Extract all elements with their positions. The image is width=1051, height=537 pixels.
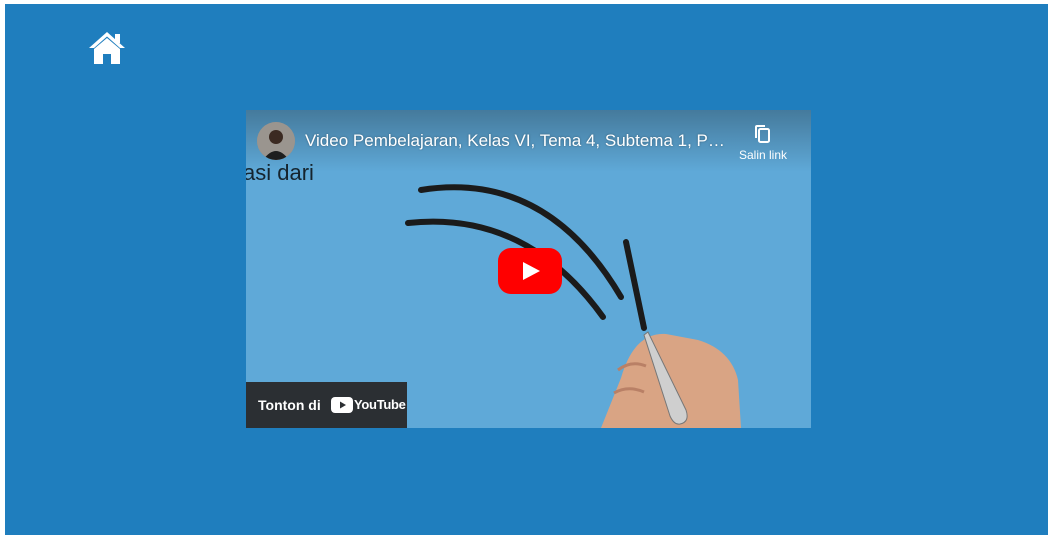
youtube-icon	[331, 397, 353, 413]
home-icon	[89, 32, 125, 64]
copy-link-label: Salin link	[738, 148, 788, 162]
watch-on-youtube-button[interactable]: Tonton di YouTube	[246, 382, 407, 428]
watch-on-label: Tonton di	[258, 397, 321, 413]
youtube-logo: YouTube	[331, 396, 406, 414]
video-overlay-text: asi dari	[246, 160, 314, 185]
play-icon	[498, 248, 562, 294]
copy-icon	[755, 125, 770, 143]
home-button[interactable]	[87, 29, 127, 67]
page-background: Video Pembelajaran, Kelas VI, Tema 4, Su…	[5, 4, 1048, 535]
youtube-embed-player[interactable]: Video Pembelajaran, Kelas VI, Tema 4, Su…	[246, 110, 811, 428]
video-title[interactable]: Video Pembelajaran, Kelas VI, Tema 4, Su…	[305, 131, 725, 151]
copy-link-button[interactable]: Salin link	[732, 120, 794, 170]
channel-avatar[interactable]	[257, 122, 295, 160]
avatar-image	[257, 122, 295, 160]
play-button[interactable]	[498, 248, 562, 294]
youtube-wordmark: YouTube	[354, 397, 406, 412]
